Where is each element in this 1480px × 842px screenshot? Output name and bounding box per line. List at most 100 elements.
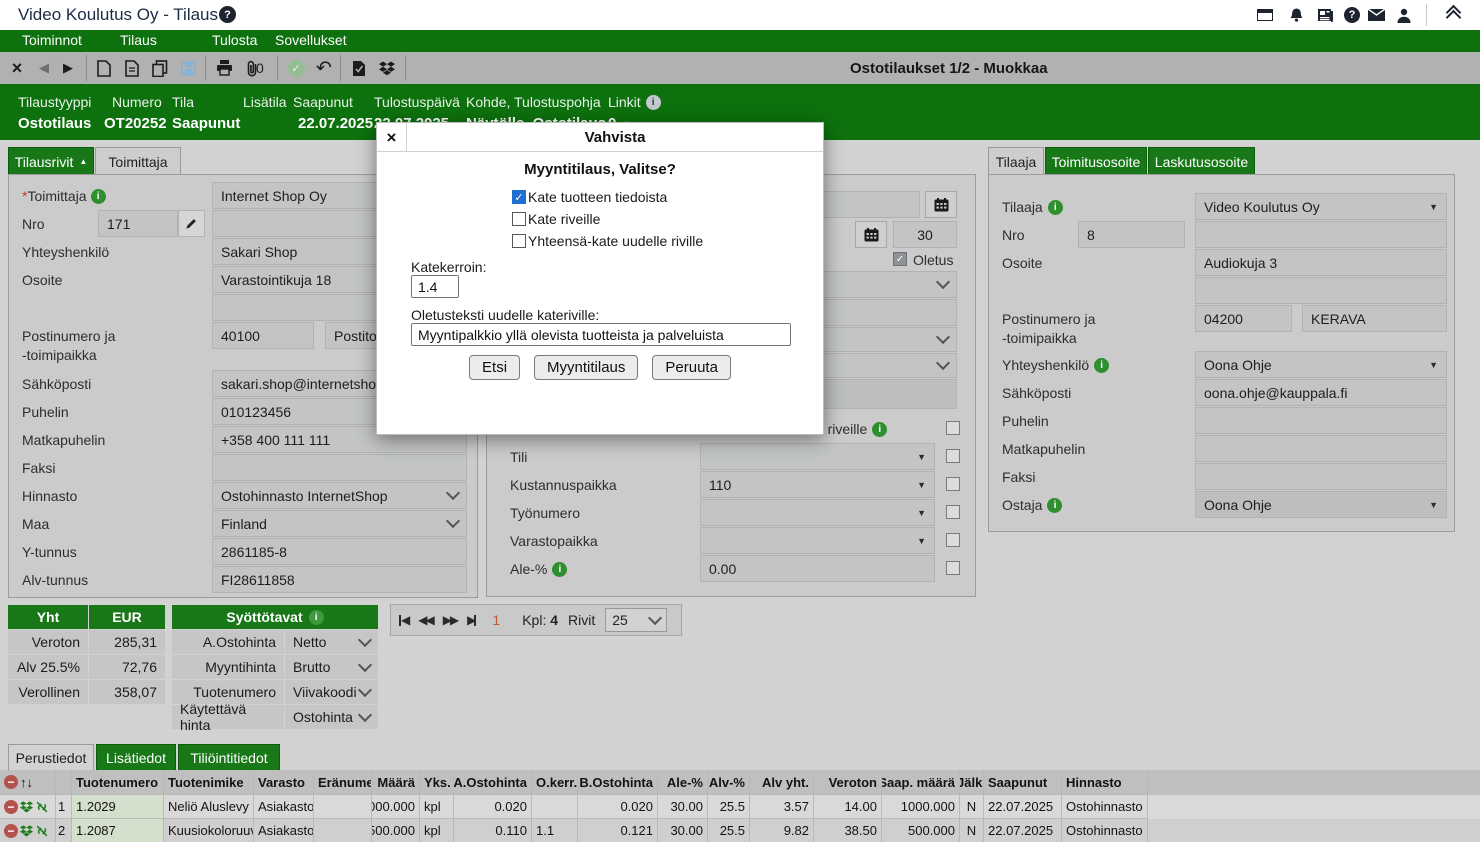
customer-phone-field[interactable] [1195, 407, 1447, 434]
input-mode-select[interactable]: Viivakoodi [285, 680, 378, 704]
cell-veroton[interactable]: 14.00 [814, 795, 882, 819]
tab-lisatiedot[interactable]: Lisätiedot [96, 744, 176, 770]
supplier-vatid-field[interactable]: FI28611858 [212, 566, 467, 593]
tab-tilaaja[interactable]: Tilaaja [988, 147, 1044, 175]
cell-b-ostohinta[interactable]: 0.121 [578, 819, 658, 842]
tyonumero-checkbox[interactable] [946, 505, 960, 519]
customer-address2-field[interactable] [1195, 277, 1447, 304]
dropbox-row-icon[interactable] [20, 825, 33, 837]
dropbox-row-icon[interactable] [20, 801, 33, 813]
cell-ale[interactable]: 30.00 [658, 819, 708, 842]
cell-o-kerr[interactable] [532, 795, 578, 819]
cell-saap-maara[interactable]: 1000.000 [882, 795, 960, 819]
menu-sovellukset[interactable]: Sovellukset [275, 32, 347, 48]
grid-header[interactable]: Alv-% [708, 770, 750, 795]
kustannuspaikka-select[interactable]: 110▼ [700, 471, 935, 498]
contact-info-icon[interactable]: i [1094, 358, 1109, 373]
grid-header[interactable]: Veroton [814, 770, 882, 795]
calendar-button[interactable] [855, 221, 887, 248]
cell-alv[interactable]: 25.5 [708, 819, 750, 842]
customer-mobile-field[interactable] [1195, 435, 1447, 462]
tili-select[interactable]: ▼ [700, 443, 935, 470]
checkbox-row-kate-tuotteen[interactable]: ✓ Kate tuotteen tiedoista [512, 189, 667, 205]
customer-fax-field[interactable] [1195, 463, 1447, 490]
first-page-icon[interactable]: ◀ [399, 613, 408, 627]
customer-city-field[interactable]: KERAVA [1302, 305, 1447, 332]
new-document-icon[interactable] [92, 56, 116, 80]
customer-name2-field[interactable] [1195, 221, 1447, 248]
grid-header[interactable]: Jälk. [960, 770, 984, 795]
tab-laskutusosoite[interactable]: Laskutusosoite [1148, 147, 1255, 175]
grid-header[interactable]: O.kerr. [532, 770, 578, 795]
cell-tuotenimike[interactable]: Neliö Aluslevy M8 [164, 795, 254, 819]
supplier-country-select[interactable]: Finland [212, 510, 467, 537]
checkbox-unchecked-icon[interactable] [512, 234, 526, 248]
cell-o-kerr[interactable]: 1.1 [532, 819, 578, 842]
open-document-icon[interactable] [120, 56, 144, 80]
cell-saapunut[interactable]: 22.07.2025 [984, 819, 1062, 842]
unlink-icon[interactable] [35, 800, 49, 814]
calendar-button[interactable] [925, 191, 957, 218]
oletus-checkbox[interactable]: ✓ [893, 252, 907, 266]
tyonumero-select[interactable]: ▼ [700, 499, 935, 526]
notifications-bell-icon[interactable] [1286, 6, 1306, 24]
cell-saapunut[interactable]: 22.07.2025 [984, 795, 1062, 819]
grid-header[interactable]: Saapunut [984, 770, 1062, 795]
cell-b-ostohinta[interactable]: 0.020 [578, 795, 658, 819]
input-mode-select[interactable]: Brutto [285, 655, 378, 679]
checkbox-unchecked-icon[interactable] [512, 212, 526, 226]
links-info-icon[interactable]: i [646, 95, 661, 110]
grid-header[interactable]: Yks. [420, 770, 454, 795]
checkbox-row-kate-riveille[interactable]: Kate riveille [512, 211, 600, 227]
cell-varasto[interactable]: Asiakastoimitus [254, 795, 314, 819]
customer-contact-select[interactable]: Oona Ohje▼ [1195, 351, 1447, 378]
supplier-info-icon[interactable]: i [91, 189, 106, 204]
cell-maara[interactable]: 1000.000 [372, 795, 420, 819]
cell-yks[interactable]: kpl [420, 819, 454, 842]
oletusteksti-input[interactable]: Myyntipalkkio yllä olevista tuotteista j… [411, 323, 791, 346]
menu-tilaus[interactable]: Tilaus [120, 32, 157, 48]
supplier-nro-field[interactable]: 171 [98, 210, 178, 237]
tili-checkbox[interactable] [946, 449, 960, 463]
supplier-edit-button[interactable] [178, 210, 205, 237]
rows-per-page-select[interactable]: 25 [605, 608, 667, 632]
cell-ale[interactable]: 30.00 [658, 795, 708, 819]
input-modes-info-icon[interactable]: i [309, 610, 324, 625]
cell-tuotenimike[interactable]: Kuusiokoloruuvi M8X [164, 819, 254, 842]
title-help-icon[interactable]: ? [219, 6, 236, 23]
myyntitilaus-button[interactable]: Myyntitilaus [534, 355, 638, 380]
cell-tuotenumero[interactable]: 1.2029 [72, 795, 164, 819]
grid-header[interactable]: Saap. määrä [882, 770, 960, 795]
grid-header[interactable]: B.Ostohinta [578, 770, 658, 795]
input-mode-select[interactable]: Netto [285, 630, 378, 654]
delete-row-icon[interactable]: − [4, 824, 18, 838]
apply-all-info-icon[interactable]: i [872, 422, 887, 437]
undo-icon[interactable]: ↶ [312, 56, 336, 80]
customer-info-icon[interactable]: i [1048, 200, 1063, 215]
supplier-pricelist-select[interactable]: Ostohinnasto InternetShop [212, 482, 467, 509]
current-page[interactable]: 1 [492, 612, 500, 628]
dialog-close-button[interactable]: × [377, 123, 407, 152]
apply-all-checkbox[interactable] [946, 421, 960, 435]
etsi-button[interactable]: Etsi [469, 355, 520, 380]
cell-maara[interactable]: 500.000 [372, 819, 420, 842]
cell-veroton[interactable]: 38.50 [814, 819, 882, 842]
menu-tulosta[interactable]: Tulosta [212, 32, 257, 48]
customer-name-select[interactable]: Video Koulutus Oy▼ [1195, 193, 1447, 220]
delete-row-icon[interactable]: − [4, 800, 18, 814]
cell-tuotenumero[interactable]: 1.2087 [72, 819, 164, 842]
sort-icon[interactable]: ↑↓ [20, 775, 33, 790]
varastopaikka-select[interactable]: ▼ [700, 527, 935, 554]
grid-header[interactable]: Hinnasto [1062, 770, 1148, 795]
document-check-icon[interactable] [347, 56, 371, 80]
next-record-icon[interactable]: ▶ [56, 56, 80, 80]
input-mode-select[interactable]: Ostohinta [285, 705, 378, 729]
cell-a-ostohinta[interactable]: 0.110 [454, 819, 532, 842]
menu-toiminnot[interactable]: Toiminnot [22, 32, 82, 48]
tab-toimitusosoite[interactable]: Toimitusosoite [1045, 147, 1147, 175]
cell-varasto[interactable]: Asiakastoimitus [254, 819, 314, 842]
cell-eranumero[interactable] [314, 795, 372, 819]
grid-header[interactable]: A.Ostohinta [454, 770, 532, 795]
supplier-zip-field[interactable]: 40100 [212, 322, 314, 349]
ale-checkbox[interactable] [946, 561, 960, 575]
